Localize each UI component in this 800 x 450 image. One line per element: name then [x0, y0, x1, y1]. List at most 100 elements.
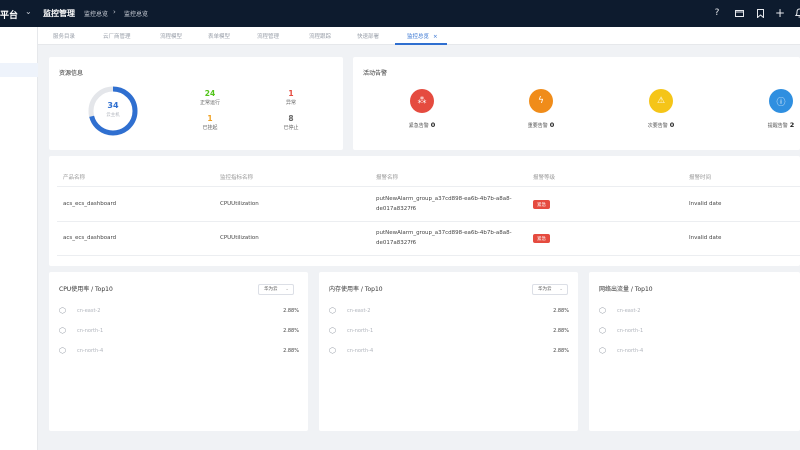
- tab-label: 监控总览: [407, 34, 430, 40]
- close-icon[interactable]: ×: [433, 34, 438, 40]
- cube-icon: ⬡: [329, 326, 336, 335]
- module-title: 监控管理: [43, 9, 75, 18]
- list-item: ⬡ cn-north-4 2.88%: [59, 346, 299, 355]
- provider-select[interactable]: 华为云 ⌄: [532, 284, 568, 295]
- list-item: ⬡ cn-north-1 2.88%: [59, 326, 299, 335]
- breadcrumb-item[interactable]: 监控总览: [84, 9, 108, 18]
- alarm-critical[interactable]: ⁂ 紧急告警 0: [392, 89, 452, 129]
- sidebar: [0, 27, 38, 450]
- tab-cloud-vendor[interactable]: 云厂商管理: [103, 32, 131, 40]
- column-header: 监控指标名称: [220, 175, 254, 181]
- cube-icon: ⬡: [59, 306, 66, 315]
- chevron-down-icon: ⌄: [559, 287, 563, 292]
- alarm-label: 次要告警 0: [647, 121, 675, 129]
- cell-time: Invalid date: [689, 235, 722, 241]
- cell-metric: CPUUtilization: [220, 201, 259, 207]
- card-title: 活动告警: [363, 70, 388, 77]
- tab-form-model[interactable]: 表单模型: [208, 32, 230, 40]
- alarm-label: 重要告警 0: [527, 121, 555, 129]
- list-item: ⬡ cn-north-1 2.88%: [329, 326, 569, 335]
- stat-value: 8: [288, 114, 294, 123]
- column-header: 产品名称: [63, 175, 86, 181]
- card-title: CPU使用率 / Top10: [59, 286, 113, 293]
- sidebar-item-selected[interactable]: [0, 63, 38, 77]
- cube-icon: ⬡: [59, 326, 66, 335]
- divider: [57, 186, 800, 187]
- card-title: 资源信息: [59, 70, 84, 77]
- resource-donut-chart: [88, 86, 138, 136]
- column-header: 报警等级: [533, 175, 556, 181]
- active-alarms-card: 活动告警 ⁂ 紧急告警 0 ϟ 重要告警 0 ⚠ 次要告警 0 ⓘ 提醒告警 2: [353, 57, 800, 150]
- cube-icon: ⬡: [599, 326, 606, 335]
- brand-title[interactable]: 平台: [0, 8, 18, 21]
- cube-icon: ⬡: [329, 306, 336, 315]
- stat-stopped: 8 已停止: [271, 114, 311, 131]
- cell-product: acs_ecs_dashboard: [63, 235, 117, 241]
- bookmark-icon[interactable]: [753, 6, 767, 20]
- cell-time: Invalid date: [689, 201, 722, 207]
- provider-select[interactable]: 华为云 ⌄: [258, 284, 294, 295]
- list-item: ⬡ cn-north-1: [599, 326, 644, 335]
- column-header: 报警时间: [689, 175, 712, 181]
- divider: [57, 255, 800, 256]
- list-item: ⬡ cn-north-4: [599, 346, 644, 355]
- folder-icon[interactable]: [732, 6, 746, 20]
- stat-label: 异常: [285, 100, 296, 106]
- active-tab-indicator: [395, 43, 447, 45]
- list-item: ⬡ cn-east-2: [599, 306, 641, 315]
- tab-monitor-overview[interactable]: 监控总览 ×: [407, 32, 438, 40]
- alarm-minor[interactable]: ⚠ 次要告警 0: [631, 89, 691, 129]
- tab-process-management[interactable]: 流程管理: [257, 32, 279, 40]
- fire-icon: ⁂: [410, 89, 434, 113]
- chevron-down-icon[interactable]: ⌄: [25, 7, 32, 16]
- memory-top10-card: 内存使用率 / Top10 华为云 ⌄ ⬡ cn-east-2 2.88% ⬡ cn-n…: [319, 272, 578, 431]
- lightning-icon: ϟ: [529, 89, 553, 113]
- stat-label: 已挂起: [202, 125, 218, 131]
- stat-value: 1: [288, 89, 294, 98]
- tab-strip: 服务目录 云厂商管理 流程模型 表单模型 流程管理 流程跟踪 快速部署 监控总览…: [38, 27, 800, 45]
- help-icon[interactable]: ?: [710, 6, 724, 20]
- stat-suspended: 1 已挂起: [190, 114, 230, 131]
- stat-running: 24 正常运行: [190, 89, 230, 106]
- info-icon: ⓘ: [769, 89, 793, 113]
- card-title: 内存使用率 / Top10: [329, 286, 383, 293]
- stat-label: 已停止: [283, 125, 299, 131]
- chevron-down-icon: ⌄: [285, 287, 289, 292]
- list-item: ⬡ cn-east-2 2.88%: [59, 306, 299, 315]
- tab-process-model[interactable]: 流程模型: [160, 32, 182, 40]
- tab-service-catalog[interactable]: 服务目录: [53, 32, 75, 40]
- alarm-label: 紧急告警 0: [408, 121, 436, 129]
- alarm-label: 提醒告警 2: [767, 121, 795, 129]
- cube-icon: ⬡: [599, 306, 606, 315]
- resource-info-card: 资源信息 34 云主机 24 正常运行 1 异常 1 已挂起 8 已停止: [49, 57, 343, 150]
- top-navigation-bar: 平台 ⌄ 监控管理 监控总览 › 监控总览 ? +: [0, 0, 800, 27]
- cell-alarm-name: putNewAlarm_group_a37cd898-ea6b-4b7b-a8a…: [376, 230, 512, 246]
- cell-metric: CPUUtilization: [220, 235, 259, 241]
- stat-value: 24: [204, 89, 216, 98]
- breadcrumb-current: 监控总览: [124, 11, 149, 18]
- alarm-table: 产品名称 监控指标名称 报警名称 报警等级 报警时间 acs_ecs_dashb…: [49, 156, 800, 266]
- divider: [57, 221, 800, 222]
- resource-total-label: 云主机: [106, 113, 120, 118]
- column-header: 报警名称: [376, 175, 399, 181]
- tab-quick-deploy[interactable]: 快速部署: [357, 32, 379, 40]
- stat-label: 正常运行: [199, 100, 220, 106]
- cell-alarm-name: putNewAlarm_group_a37cd898-ea6b-4b7b-a8a…: [376, 196, 512, 212]
- alarm-reminder[interactable]: ⓘ 提醒告警 2: [751, 89, 800, 129]
- cube-icon: ⬡: [599, 346, 606, 355]
- cube-icon: ⬡: [329, 346, 336, 355]
- cell-product: acs_ecs_dashboard: [63, 201, 117, 207]
- card-title: 网络出流量 / Top10: [599, 286, 653, 293]
- level-badge: 紧急: [533, 200, 550, 209]
- tab-process-tracking[interactable]: 流程跟踪: [309, 32, 331, 40]
- list-item: ⬡ cn-east-2 2.88%: [329, 306, 569, 315]
- plus-icon[interactable]: +: [773, 6, 787, 20]
- chevron-right-icon: ›: [113, 8, 116, 16]
- list-item: ⬡ cn-north-4 2.88%: [329, 346, 569, 355]
- resource-total: 34: [107, 101, 119, 110]
- stat-value: 1: [207, 114, 213, 123]
- stat-abnormal: 1 异常: [271, 89, 311, 106]
- bell-icon[interactable]: [792, 6, 800, 20]
- alarm-major[interactable]: ϟ 重要告警 0: [511, 89, 571, 129]
- level-badge: 紧急: [533, 234, 550, 243]
